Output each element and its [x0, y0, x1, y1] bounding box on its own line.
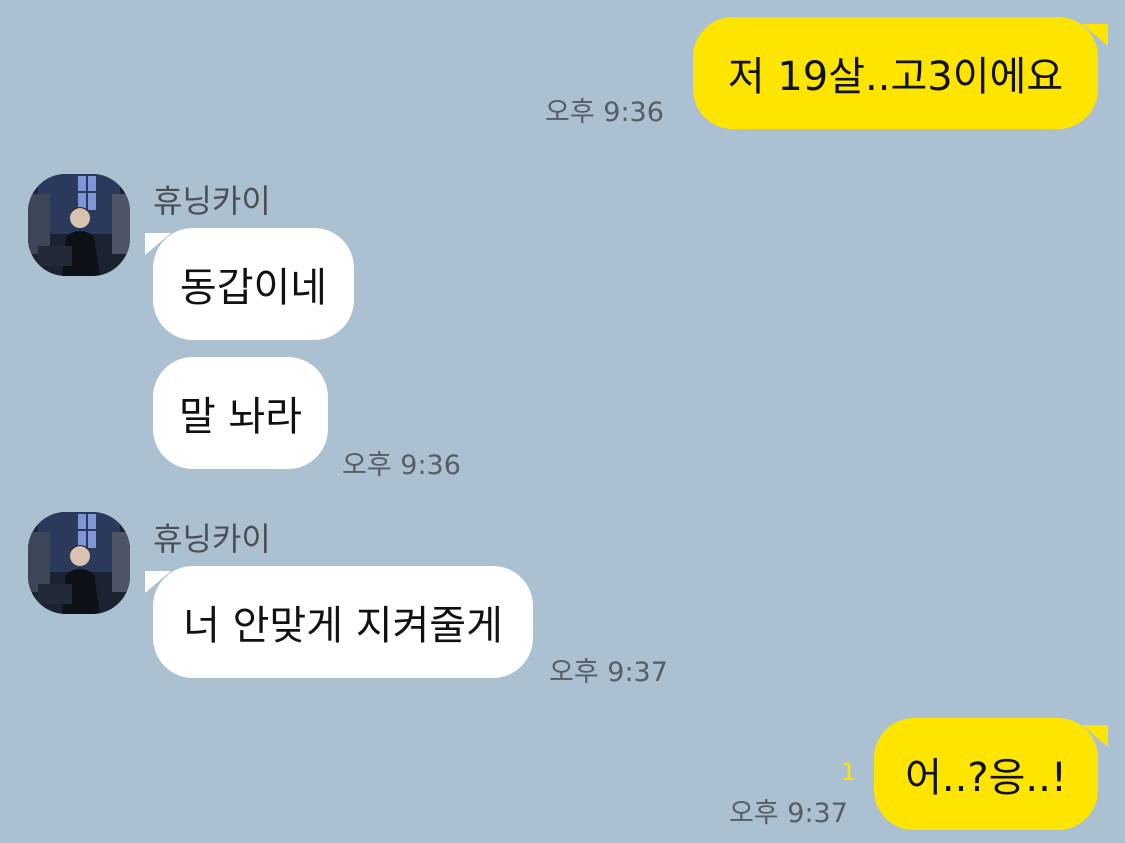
- my-message-bubble[interactable]: 저 19살..고3이에요: [693, 17, 1098, 129]
- bubble-tail: [145, 233, 171, 255]
- message-time: 오후 9:37: [729, 798, 848, 829]
- other-message-bubble[interactable]: 너 안맞게 지켜줄게: [153, 566, 533, 678]
- bubble-tail: [1082, 725, 1108, 747]
- bubble-tail: [145, 571, 171, 593]
- my-message-bubble[interactable]: 어..?응..!: [874, 718, 1098, 830]
- sender-name: 휴닝카이: [153, 182, 271, 220]
- message-text: 동갑이네: [179, 265, 328, 311]
- profile-photo-avatar: [28, 512, 130, 614]
- message-text: 너 안맞게 지켜줄게: [183, 603, 503, 649]
- message-text: 어..?응..!: [905, 755, 1067, 801]
- message-text: 저 19살..고3이에요: [727, 54, 1064, 100]
- bubble-tail: [1082, 24, 1108, 46]
- message-text: 말 놔라: [178, 394, 303, 440]
- profile-photo-avatar: [28, 174, 130, 276]
- avatar[interactable]: [28, 174, 130, 276]
- message-time: 오후 9:36: [342, 450, 461, 481]
- sender-name: 휴닝카이: [153, 520, 271, 558]
- message-time: 오후 9:37: [549, 657, 668, 688]
- avatar[interactable]: [28, 512, 130, 614]
- other-message-bubble[interactable]: 동갑이네: [153, 228, 354, 340]
- other-message-bubble[interactable]: 말 놔라: [153, 357, 328, 469]
- message-time: 오후 9:36: [545, 97, 664, 128]
- unread-count: 1: [841, 758, 857, 786]
